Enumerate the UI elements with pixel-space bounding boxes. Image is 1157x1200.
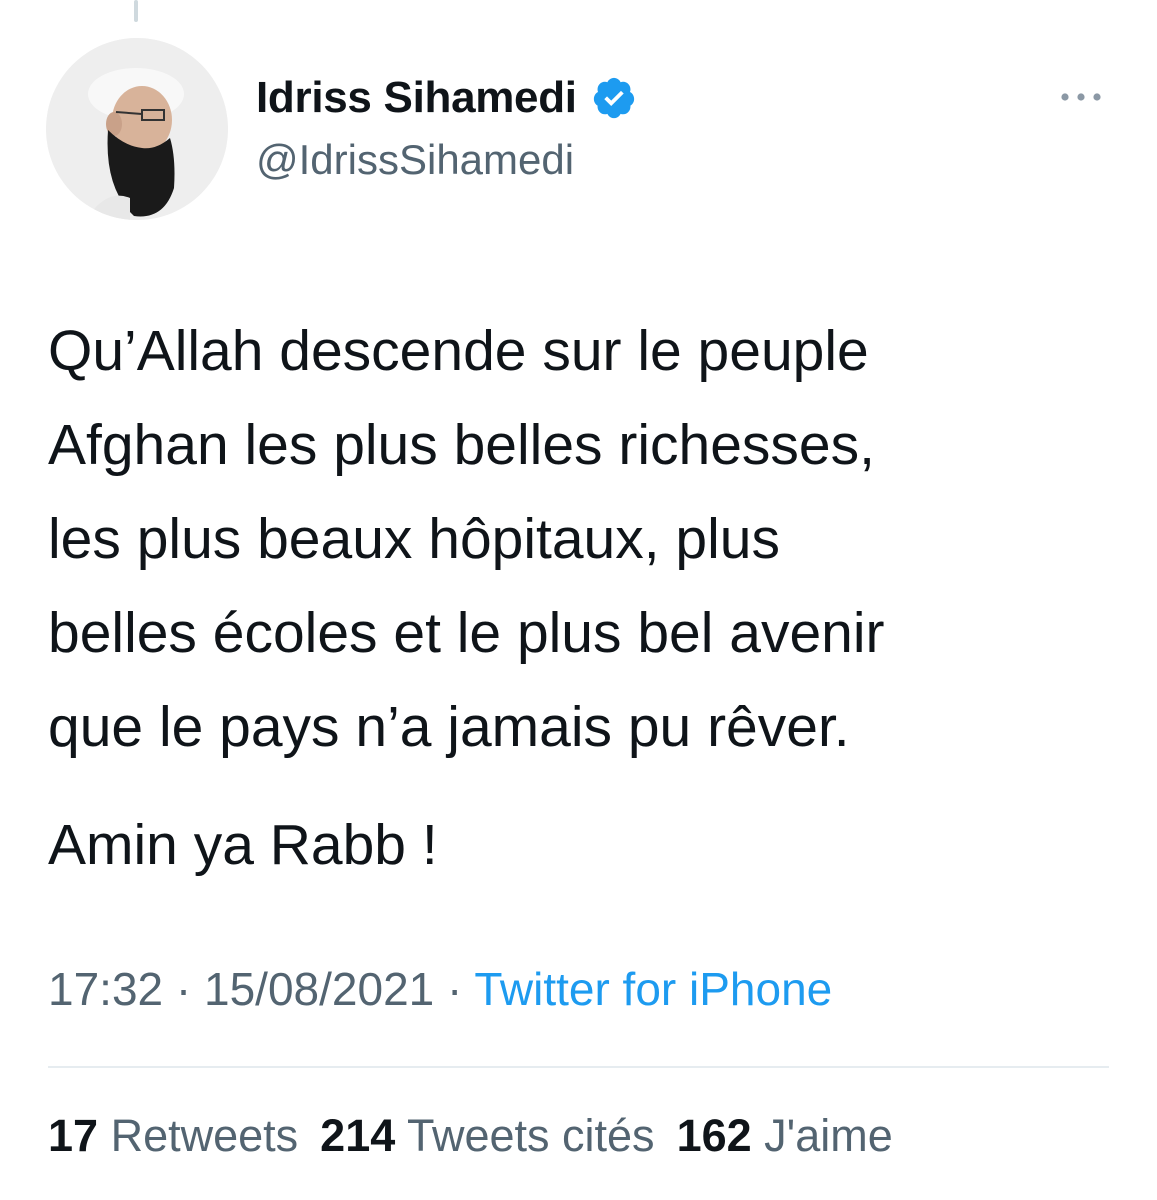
likes-count: 162 — [676, 1110, 752, 1161]
tweet-date[interactable]: 15/08/2021 — [204, 963, 434, 1015]
retweets-stat[interactable]: 17 Retweets — [48, 1110, 298, 1161]
more-options-icon[interactable] — [1056, 82, 1106, 112]
quote-tweets-count: 214 — [320, 1110, 396, 1161]
tweet-time[interactable]: 17:32 — [48, 963, 163, 1015]
tweet-meta: 17:32 · 15/08/2021 · Twitter for iPhone — [48, 962, 832, 1016]
tweet-stats: 17 Retweets 214 Tweets cités 162 J'aime — [48, 1110, 915, 1162]
avatar[interactable] — [46, 38, 228, 220]
tweet-text: Qu’Allah descende sur le peuple Afghan l… — [48, 319, 885, 759]
author-handle[interactable]: @IdrissSihamedi — [256, 136, 574, 184]
likes-stat[interactable]: 162 J'aime — [677, 1110, 893, 1161]
tweet-text-closing: Amin ya Rabb ! — [48, 813, 438, 877]
author-name-row: Idriss Sihamedi — [256, 68, 637, 128]
quote-tweets-label: Tweets cités — [406, 1110, 655, 1161]
thread-connector-line — [134, 0, 138, 22]
avatar-image — [46, 38, 228, 220]
likes-label: J'aime — [764, 1110, 893, 1161]
verified-badge-icon — [593, 77, 634, 119]
author-display-name[interactable]: Idriss Sihamedi — [256, 73, 577, 123]
meta-separator: · — [447, 963, 463, 1015]
divider — [48, 1066, 1109, 1068]
tweet-source-link[interactable]: Twitter for iPhone — [474, 963, 832, 1015]
quote-tweets-stat[interactable]: 214 Tweets cités — [320, 1110, 654, 1161]
meta-separator: · — [175, 963, 192, 1015]
retweets-label: Retweets — [110, 1110, 299, 1161]
retweets-count: 17 — [48, 1110, 99, 1161]
